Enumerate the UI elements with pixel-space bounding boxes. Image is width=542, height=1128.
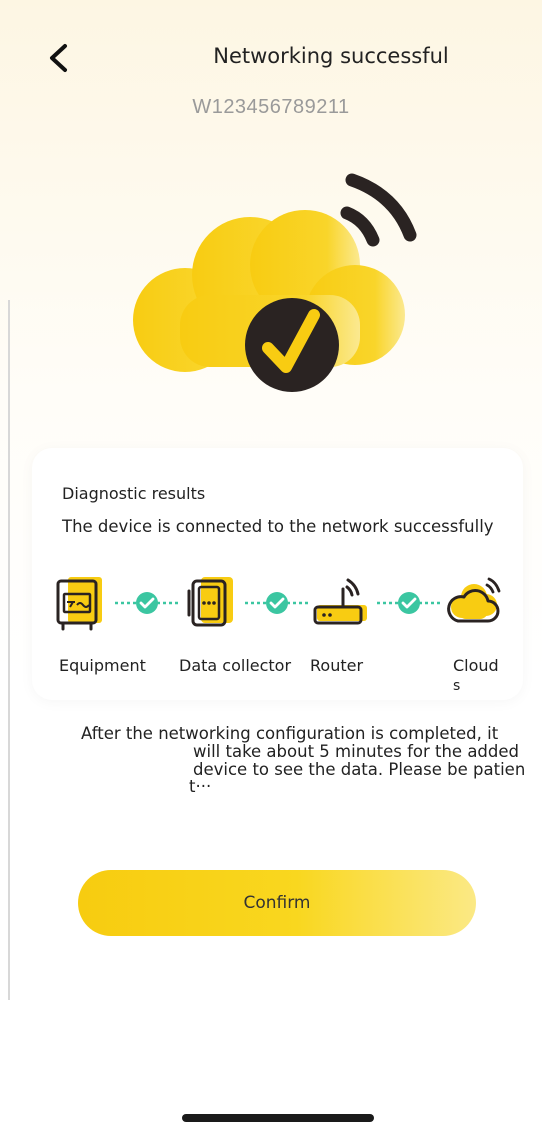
- notice-text-line: t···: [189, 777, 212, 796]
- confirm-button[interactable]: Confirm: [78, 870, 476, 936]
- notice-text-line: will take about 5 minutes for the added: [193, 742, 520, 761]
- diagnostic-status: The device is connected to the network s…: [62, 517, 494, 536]
- notice-text-line: After the networking configuration is co…: [81, 724, 499, 743]
- cloud-icon: [447, 577, 501, 623]
- check-connector-icon: [115, 592, 179, 614]
- check-connector-icon: [377, 592, 441, 614]
- device-serial: W123456789211: [192, 96, 350, 118]
- notice-text-line: device to see the data. Please be patien: [193, 760, 526, 779]
- step-label-equipment: Equipment: [59, 656, 146, 675]
- page-title: Networking successful: [213, 44, 449, 68]
- step-label-cloud-wrap: s: [453, 678, 461, 694]
- step-label-data-collector: Data collector: [179, 656, 292, 675]
- cloud-check-wifi-icon: [133, 173, 417, 392]
- check-connector-icon: [245, 592, 309, 614]
- step-label-cloud: Cloud: [453, 656, 499, 675]
- diagnostic-title: Diagnostic results: [62, 484, 206, 503]
- router-icon: [313, 578, 367, 625]
- home-indicator[interactable]: [182, 1114, 374, 1122]
- inverter-icon: [56, 577, 102, 631]
- step-label-router: Router: [310, 656, 364, 675]
- screen-edge-divider: [8, 300, 10, 1000]
- data-collector-icon: [187, 577, 233, 627]
- confirm-button-label: Confirm: [243, 893, 311, 913]
